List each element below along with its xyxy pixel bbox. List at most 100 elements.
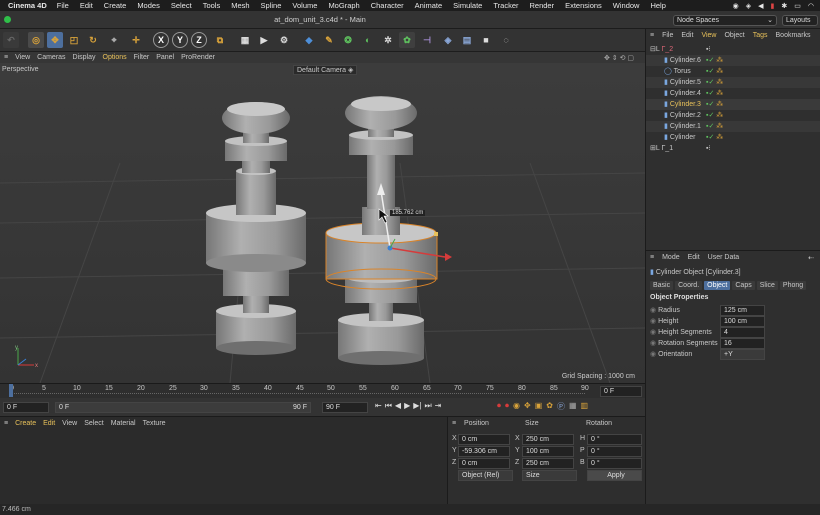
rotation-segments-field[interactable]: 16 xyxy=(720,338,765,349)
object-row[interactable]: ▮ Cylinder.4 ▪✓ ⁂ xyxy=(646,88,820,99)
size-y-field[interactable]: 100 cm xyxy=(522,446,574,457)
mat-menu-texture[interactable]: Texture xyxy=(143,420,166,427)
wifi-icon[interactable]: ◠ xyxy=(808,2,814,10)
tab-coord[interactable]: Coord. xyxy=(675,281,703,290)
vp-menu-cameras[interactable]: Cameras xyxy=(37,54,65,61)
floor-icon[interactable]: ▤ xyxy=(459,32,475,48)
app-name[interactable]: Cinema 4D xyxy=(8,1,47,10)
menu-file[interactable]: File xyxy=(57,1,69,10)
visibility-icon[interactable]: ▪✓ ⁂ xyxy=(706,66,723,77)
radius-field[interactable]: 125 cm xyxy=(720,305,765,316)
height-segments-field[interactable]: 4 xyxy=(720,327,765,338)
visibility-icon[interactable]: ▪✓ ⁂ xyxy=(706,121,723,132)
back-arrow-icon[interactable]: ⇠ xyxy=(808,254,814,262)
hamburger-icon[interactable]: ≡ xyxy=(650,254,654,261)
camera-icon[interactable]: ■ xyxy=(478,32,494,48)
menu-mograph[interactable]: MoGraph xyxy=(328,1,359,10)
camera-label[interactable]: Default Camera ◈ xyxy=(293,65,358,75)
deformer-icon[interactable]: ✲ xyxy=(380,32,396,48)
status-icon-1[interactable]: ◉ xyxy=(733,2,739,10)
menu-window[interactable]: Window xyxy=(613,1,640,10)
om-menu-object[interactable]: Object xyxy=(724,32,744,39)
object-row[interactable]: ◯ Torus ▪✓ ⁂ xyxy=(646,66,820,77)
object-row[interactable]: ▮ Cylinder ▪✓ ⁂ xyxy=(646,132,820,143)
menu-tools[interactable]: Tools xyxy=(203,1,221,10)
subdivision-icon[interactable]: ❂ xyxy=(340,32,356,48)
visibility-icon[interactable]: ▪✓ ⁂ xyxy=(706,55,723,66)
menu-mesh[interactable]: Mesh xyxy=(231,1,249,10)
axis-y-button[interactable]: Y xyxy=(172,32,188,48)
render-region-icon[interactable]: ▦ xyxy=(237,32,253,48)
menu-volume[interactable]: Volume xyxy=(292,1,317,10)
move-tool-icon[interactable]: ✥ xyxy=(47,32,63,48)
menu-simulate[interactable]: Simulate xyxy=(453,1,482,10)
object-row[interactable]: ▮ Cylinder.2 ▪✓ ⁂ xyxy=(646,110,820,121)
orientation-dropdown[interactable]: +Y xyxy=(720,349,765,360)
hamburger-icon[interactable]: ≡ xyxy=(4,54,8,61)
frame-range-slider[interactable]: 0 F 90 F xyxy=(55,402,311,413)
keyframe-dot-icon[interactable]: ◉ xyxy=(650,318,656,325)
am-menu-mode[interactable]: Mode xyxy=(662,254,680,261)
current-frame-field[interactable]: 0 F xyxy=(600,386,642,397)
flag-icon[interactable]: ▮ xyxy=(771,2,775,10)
rotation-b-field[interactable]: 0 ° xyxy=(587,458,642,469)
vp-menu-display[interactable]: Display xyxy=(73,54,96,61)
coord-mode-dropdown[interactable]: Object (Rel) xyxy=(458,470,513,481)
tab-basic[interactable]: Basic xyxy=(650,281,674,290)
visibility-icon[interactable]: ▪⁝ xyxy=(706,44,711,55)
key-scale-icon[interactable]: ▣ xyxy=(535,401,543,412)
menu-render[interactable]: Render xyxy=(529,1,554,10)
menu-modes[interactable]: Modes xyxy=(137,1,160,10)
menu-create[interactable]: Create xyxy=(104,1,127,10)
tag-icon[interactable]: ◈ xyxy=(440,32,456,48)
autokey-icon[interactable]: ⏺ xyxy=(505,401,509,412)
playhead[interactable] xyxy=(9,384,13,397)
mat-menu-material[interactable]: Material xyxy=(111,420,136,427)
visibility-icon[interactable]: ▪✓ ⁂ xyxy=(706,132,723,143)
menu-tracker[interactable]: Tracker xyxy=(493,1,518,10)
am-menu-edit[interactable]: Edit xyxy=(688,254,700,261)
field-icon[interactable]: ⊣ xyxy=(419,32,435,48)
render-settings-icon[interactable]: ⚙ xyxy=(276,32,292,48)
next-key-icon[interactable]: ⏭ xyxy=(424,401,431,411)
om-menu-view[interactable]: View xyxy=(701,32,716,39)
menu-help[interactable]: Help xyxy=(650,1,665,10)
live-select-icon[interactable]: ⌖ xyxy=(106,32,122,48)
keyframe-icon[interactable]: ◉ xyxy=(513,401,520,412)
status-icon-2[interactable]: ◈ xyxy=(746,2,751,10)
visibility-icon[interactable]: ▪✓ ⁂ xyxy=(706,99,723,110)
mograph-icon[interactable]: ✿ xyxy=(399,32,415,48)
mat-menu-create[interactable]: Create xyxy=(15,420,36,427)
goto-end-icon[interactable]: ⇥ xyxy=(435,401,442,411)
object-row[interactable]: ▮ Cylinder.5 ▪✓ ⁂ xyxy=(646,77,820,88)
keyframe-dot-icon[interactable]: ◉ xyxy=(650,307,656,314)
vp-menu-filter[interactable]: Filter xyxy=(134,54,150,61)
rotate-tool-icon[interactable]: ↻ xyxy=(85,32,101,48)
height-field[interactable]: 100 cm xyxy=(720,316,765,327)
vp-menu-options[interactable]: Options xyxy=(103,54,127,61)
play-icon[interactable]: ▶ xyxy=(404,401,410,411)
layouts-dropdown[interactable]: Layouts xyxy=(782,15,818,26)
vp-menu-panel[interactable]: Panel xyxy=(156,54,174,61)
axis-z-button[interactable]: Z xyxy=(191,32,207,48)
visibility-icon[interactable]: ▪⁝ xyxy=(706,143,711,154)
generator-icon[interactable]: ◐ xyxy=(360,32,376,48)
tab-object[interactable]: Object xyxy=(704,281,731,290)
om-menu-bookmarks[interactable]: Bookmarks xyxy=(776,32,811,39)
pen-icon[interactable]: ✎ xyxy=(321,32,337,48)
visibility-icon[interactable]: ▪✓ ⁂ xyxy=(706,88,723,99)
am-menu-userdata[interactable]: User Data xyxy=(708,254,740,261)
position-y-field[interactable]: -59.306 cm xyxy=(458,446,510,457)
om-menu-file[interactable]: File xyxy=(662,32,673,39)
prev-frame-icon[interactable]: ◀ xyxy=(395,401,401,411)
vp-menu-prorender[interactable]: ProRender xyxy=(181,54,215,61)
menu-select[interactable]: Select xyxy=(171,1,192,10)
om-menu-tags[interactable]: Tags xyxy=(753,32,768,39)
menu-spline[interactable]: Spline xyxy=(261,1,282,10)
size-z-field[interactable]: 250 cm xyxy=(522,458,574,469)
key-move-icon[interactable]: ✥ xyxy=(524,401,531,412)
vp-menu-view[interactable]: View xyxy=(15,54,30,61)
viewport-nav-icons[interactable]: ✥ ⇕ ⟲ ▢ xyxy=(604,54,634,62)
render-view-icon[interactable]: ▶ xyxy=(256,32,272,48)
tab-slice[interactable]: Slice xyxy=(756,281,778,290)
